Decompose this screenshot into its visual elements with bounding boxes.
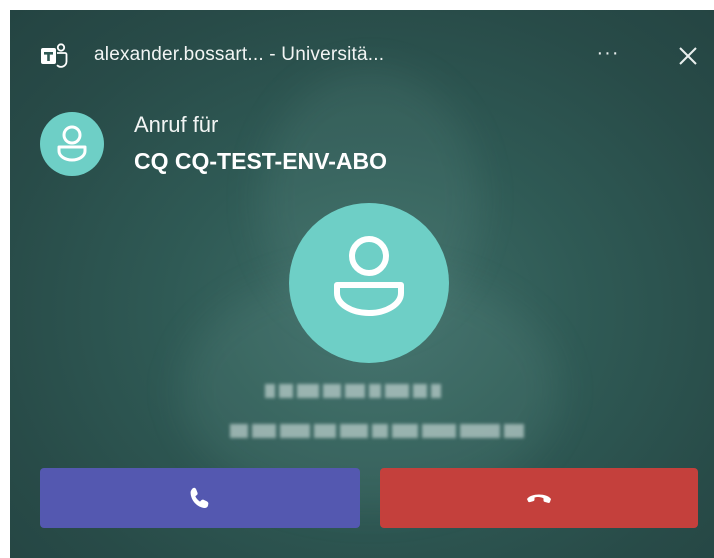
person-icon: [334, 236, 404, 316]
close-icon[interactable]: [672, 40, 704, 72]
redacted-caller-id: [230, 424, 524, 438]
caller-large-avatar: [289, 203, 449, 363]
accept-call-button[interactable]: [40, 468, 360, 528]
call-for-label: Anruf für: [134, 112, 219, 137]
caller-avatar: [40, 112, 104, 176]
phone-icon: [190, 487, 209, 508]
call-target-name: CQ CQ-TEST-ENV-ABO: [134, 148, 388, 174]
person-icon: [57, 125, 87, 162]
hang-up-icon: [527, 494, 551, 503]
title-bar: alexander.bossart... - Universitä... ···: [10, 10, 714, 100]
decline-call-button[interactable]: [380, 468, 698, 528]
teams-logo-icon: [41, 43, 68, 68]
incoming-call-window: alexander.bossart... - Universitä... ···…: [10, 10, 714, 558]
more-options-button[interactable]: ···: [588, 38, 628, 74]
window-title: alexander.bossart... - Universitä...: [94, 44, 385, 65]
redacted-caller-number: [265, 384, 441, 398]
